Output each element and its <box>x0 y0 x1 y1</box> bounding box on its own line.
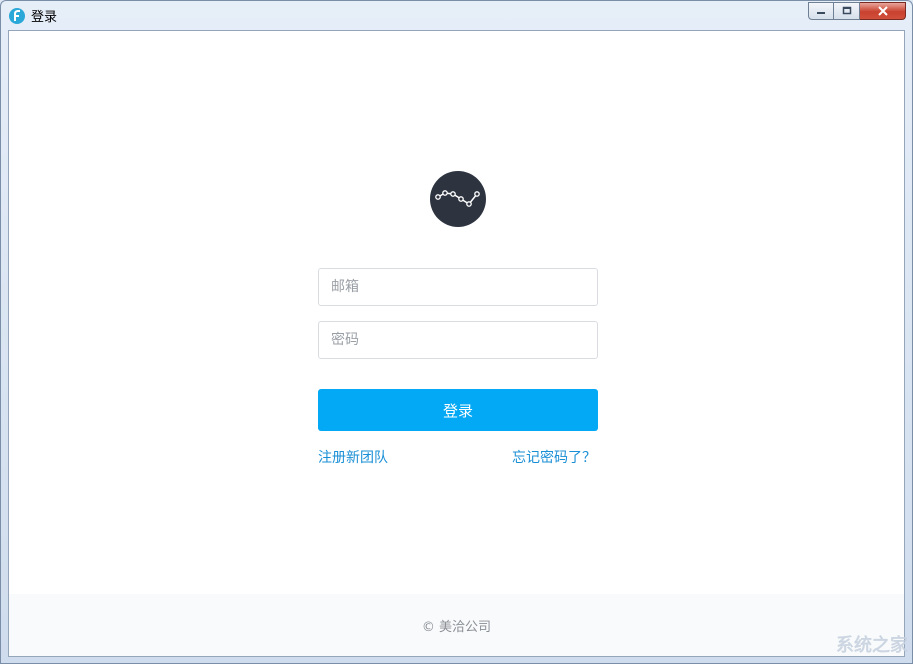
login-panel: 登录 注册新团队 忘记密码了？ © 美洽公司 <box>8 30 905 657</box>
window-controls <box>808 2 906 20</box>
close-icon <box>877 6 888 16</box>
password-input[interactable] <box>318 321 598 359</box>
maximize-button[interactable] <box>834 2 860 20</box>
maximize-icon <box>842 6 851 15</box>
close-button[interactable] <box>860 2 906 20</box>
app-logo-icon <box>9 7 25 24</box>
minimize-button[interactable] <box>808 2 834 20</box>
forgot-password-link[interactable]: 忘记密码了？ <box>512 447 596 467</box>
login-button[interactable]: 登录 <box>318 389 598 431</box>
footer: © 美洽公司 <box>9 594 904 656</box>
minimize-icon <box>817 12 825 14</box>
email-input[interactable] <box>318 268 598 306</box>
copyright-text: © 美洽公司 <box>421 619 492 635</box>
title-bar[interactable]: 登录 <box>1 1 912 30</box>
line-chart-logo-icon <box>430 171 486 227</box>
window-title: 登录 <box>31 10 58 25</box>
app-window: 登录 登录 <box>0 0 913 664</box>
register-team-link[interactable]: 注册新团队 <box>318 447 388 467</box>
watermark-logo: 系统之家 <box>836 635 908 656</box>
